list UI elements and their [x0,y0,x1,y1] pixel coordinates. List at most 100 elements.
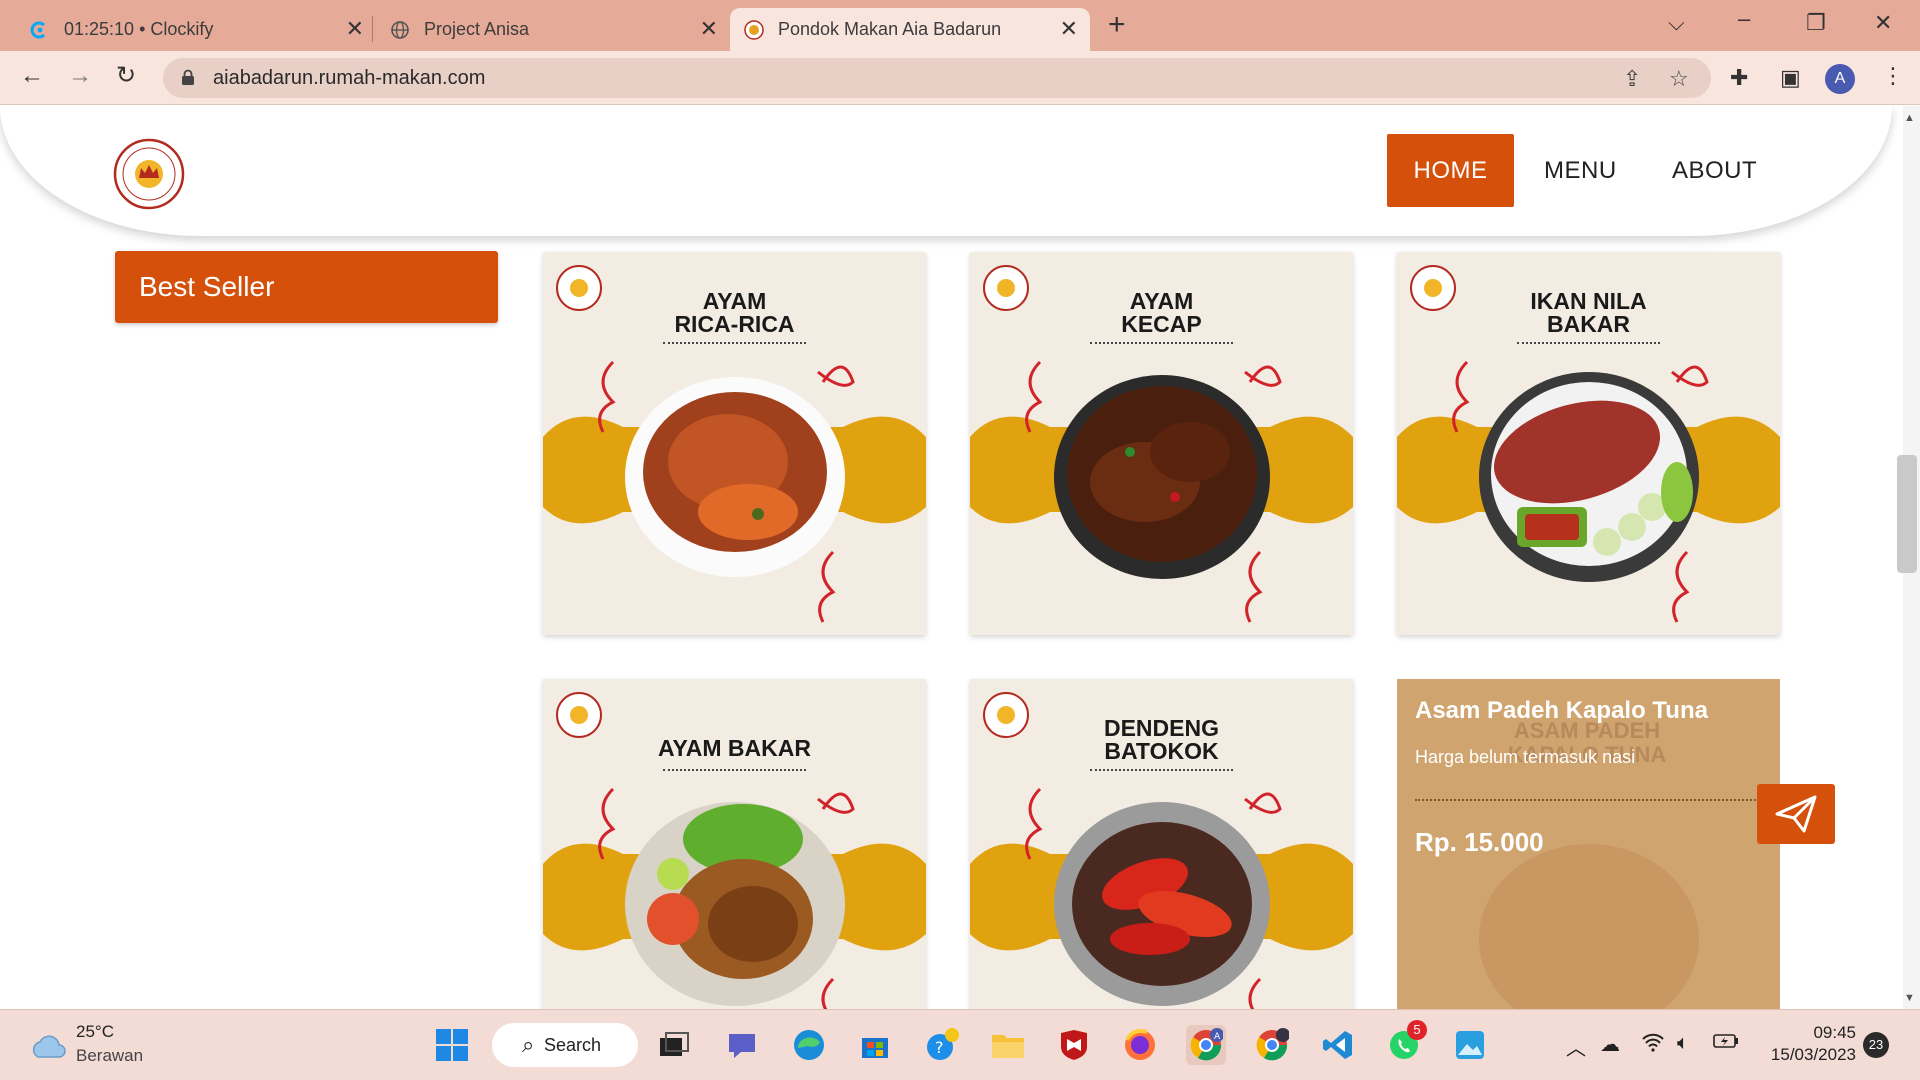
paper-plane-icon [1775,795,1817,833]
dish-name: Asam Padeh Kapalo Tuna [1415,697,1708,724]
nav-home-button[interactable]: HOME [1387,134,1514,207]
new-tab-icon[interactable]: + [1108,10,1126,40]
card-title-line1: AYAM BAKAR [658,735,811,761]
site-logo[interactable] [113,138,185,210]
forward-icon[interactable]: → [68,64,92,88]
back-icon[interactable]: ← [20,64,44,88]
best-seller-button[interactable]: Best Seller [115,251,498,323]
close-tab-icon[interactable]: ✕ [346,18,364,40]
divider [1415,799,1763,801]
address-bar[interactable]: aiabadarun.rumah-makan.com ⇪ ☆ [163,58,1711,98]
weather-temperature[interactable]: 25°C [76,1022,114,1042]
menu-card-asam-padeh-hover[interactable]: ASAM PADEH KAPALO TUNA Asam Padeh Kapalo … [1397,679,1780,1009]
card-title-line1: AYAM [1129,288,1194,314]
file-explorer-icon[interactable] [988,1025,1028,1065]
wifi-icon[interactable] [1641,1032,1665,1058]
microsoft-store-icon[interactable] [855,1025,895,1065]
clockify-icon [30,20,50,40]
extensions-puzzle-icon[interactable]: ✚ [1730,65,1748,91]
mcafee-icon[interactable] [1054,1025,1094,1065]
chrome-profile-photo-icon[interactable] [1252,1025,1292,1065]
card-title-line2: BATOKOK [1104,738,1219,764]
edge-icon[interactable] [789,1025,829,1065]
profile-avatar[interactable]: A [1825,64,1855,94]
task-view-icon[interactable] [654,1025,694,1065]
scroll-up-arrow-icon[interactable]: ▲ [1904,112,1915,124]
firefox-icon[interactable] [1120,1025,1160,1065]
card-title-line2: RICA-RICA [674,311,795,337]
windows-taskbar: 25°C Berawan ⌕ Search ? A 5 ︿ ☁ 🔈︎ 09:45… [0,1009,1920,1080]
clock-time: 09:45 [1813,1023,1856,1042]
menu-card-ayam-rica-rica[interactable]: AYAM RICA-RICA [543,252,926,635]
menu-card-ayam-bakar[interactable]: AYAM BAKAR [543,679,926,1009]
browser-menu-icon[interactable]: ⋮ [1882,63,1904,89]
title-underline [663,342,806,344]
card-title-line1: DENDENG [1103,715,1219,741]
restore-icon[interactable]: ❐ [1806,10,1826,36]
bookmark-star-icon[interactable]: ☆ [1669,66,1689,92]
web-page: HOME MENU ABOUT Best Seller AYAM RICA-RI… [0,106,1903,1009]
card-title-line2: KECAP [1121,311,1202,337]
search-label: Search [544,1034,602,1055]
send-message-button[interactable] [1757,784,1835,844]
card-title-line1: IKAN NILA [1530,288,1647,314]
windows-start-icon[interactable] [432,1025,472,1065]
get-help-icon[interactable]: ? [922,1025,962,1065]
dish-price: Rp. 15.000 [1415,827,1544,857]
title-underline [1090,342,1233,344]
menu-card-dendeng-batokok[interactable]: DENDENG BATOKOK [970,679,1353,1009]
tab-clockify[interactable]: 01:25:10 • Clockify ✕ [16,8,376,51]
tab-divider [372,16,373,42]
taskbar-search[interactable]: ⌕ Search [492,1023,638,1067]
tab-title: 01:25:10 • Clockify [64,19,214,39]
card-title-line1: AYAM [702,288,767,314]
tab-title: Pondok Makan Aia Badarun [778,19,1002,39]
cloud-weather-icon[interactable] [28,1031,68,1059]
tab-strip: 01:25:10 • Clockify ✕ Project Anisa ✕ Po… [0,0,1920,51]
svg-text:A: A [1214,1032,1221,1042]
site-logo-icon [744,19,764,40]
clock-date: 15/03/2023 [1770,1045,1856,1064]
close-tab-icon[interactable]: ✕ [1060,18,1078,40]
nav-menu-link[interactable]: MENU [1544,134,1617,207]
battery-charging-icon[interactable] [1713,1032,1739,1055]
menu-card-ikan-nila-bakar[interactable]: IKAN NILA BAKAR [1397,252,1780,635]
taskbar-clock[interactable]: 09:45 15/03/2023 [1760,1022,1856,1066]
title-underline [663,769,806,771]
share-icon[interactable]: ⇪ [1623,66,1641,92]
show-hidden-icons-chevron-icon[interactable]: ︿ [1566,1032,1586,1061]
window-close-icon[interactable]: ✕ [1874,10,1892,36]
reload-icon[interactable]: ↻ [116,64,136,88]
tab-title: Project Anisa [424,19,530,39]
card-title-line2: BAKAR [1546,311,1631,337]
tab-project-anisa[interactable]: Project Anisa ✕ [376,8,730,51]
chrome-profile-a-icon[interactable]: A [1186,1025,1226,1065]
side-panel-icon[interactable]: ▣ [1780,65,1801,91]
vscode-icon[interactable] [1318,1025,1358,1065]
nav-about-link[interactable]: ABOUT [1672,134,1757,207]
search-icon: ⌕ [522,1032,535,1057]
tab-pondok-makan[interactable]: Pondok Makan Aia Badarun ✕ [730,8,1090,51]
url-text[interactable]: aiabadarun.rumah-makan.com [213,67,485,90]
teams-chat-icon[interactable] [722,1025,762,1065]
site-header: HOME MENU ABOUT [0,106,1892,236]
price-note: Harga belum termasuk nasi [1415,747,1636,767]
notification-count-badge[interactable]: 23 [1863,1032,1889,1058]
weather-condition[interactable]: Berawan [76,1046,143,1066]
tab-search-chevron-icon[interactable]: ⌵ [1668,10,1685,36]
onedrive-cloud-icon[interactable]: ☁ [1600,1032,1620,1057]
minimize-icon[interactable]: – [1738,6,1750,32]
photos-app-icon[interactable] [1450,1025,1490,1065]
title-underline [1517,342,1660,344]
lock-icon[interactable] [181,69,195,85]
scroll-down-arrow-icon[interactable]: ▼ [1904,992,1915,1004]
scrollbar-thumb[interactable] [1897,455,1917,573]
title-underline [1090,769,1233,771]
svg-text:?: ? [935,1038,944,1057]
menu-card-ayam-kecap[interactable]: AYAM KECAP [970,252,1353,635]
card-logo [556,692,602,738]
close-tab-icon[interactable]: ✕ [700,18,718,40]
toolbar: ← → ↻ aiabadarun.rumah-makan.com ⇪ ☆ ✚ ▣… [0,51,1920,105]
volume-icon[interactable]: 🔈︎ [1677,1032,1689,1055]
globe-icon [390,20,410,40]
